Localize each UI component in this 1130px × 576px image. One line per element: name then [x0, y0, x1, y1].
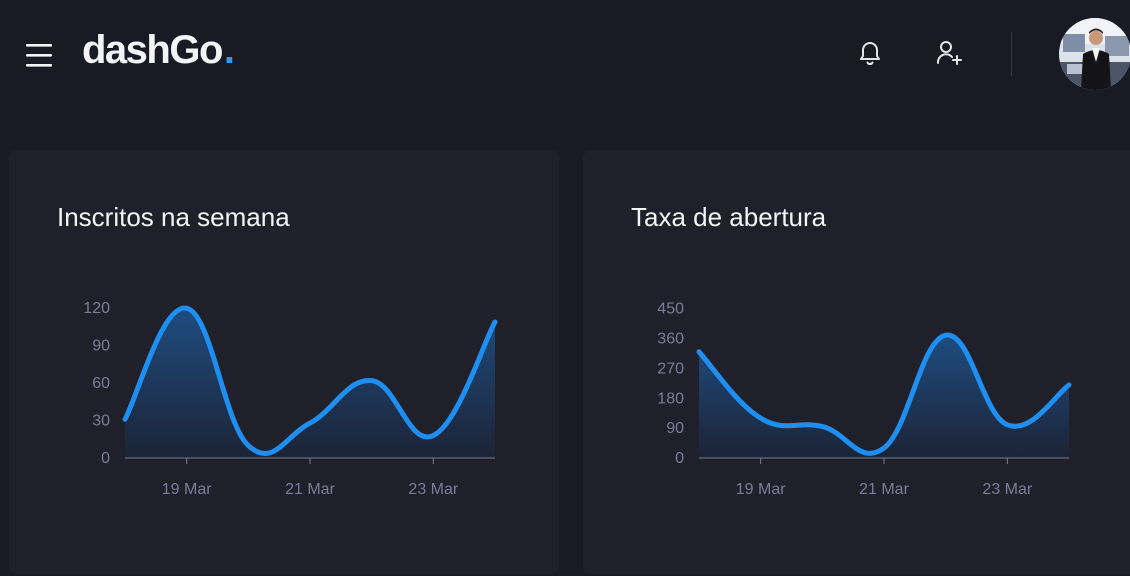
app-header: dashGo. [0, 0, 1130, 112]
notifications-button[interactable] [853, 36, 887, 70]
y-tick-label: 0 [101, 450, 110, 467]
y-tick-label: 0 [675, 450, 684, 467]
x-tick-label: 21 Mar [859, 481, 909, 498]
avatar-image [1059, 18, 1130, 90]
user-plus-icon [936, 41, 962, 65]
y-tick-label: 120 [83, 300, 110, 317]
logo[interactable]: dashGo. [82, 28, 235, 73]
y-tick-label: 360 [657, 331, 684, 348]
y-tick-label: 60 [92, 375, 110, 392]
x-tick-label: 21 Mar [285, 481, 335, 498]
menu-button[interactable] [22, 40, 56, 72]
open-rate-chart: 0 90 180 270 360 450 19 Mar 21 Mar 23 Mar [657, 301, 1072, 498]
x-tick-label: 19 Mar [162, 481, 212, 498]
y-tick-label: 30 [92, 413, 110, 430]
x-tick-label: 23 Mar [982, 481, 1032, 498]
header-divider [1011, 32, 1012, 76]
menu-icon [26, 43, 52, 67]
add-user-button[interactable] [932, 36, 966, 70]
y-tick-label: 450 [657, 301, 684, 318]
y-tick-label: 90 [666, 420, 684, 437]
y-tick-label: 270 [657, 360, 684, 377]
logo-text: dashGo [82, 28, 223, 72]
x-tick-label: 23 Mar [408, 481, 458, 498]
avatar[interactable] [1059, 18, 1130, 90]
logo-dot: . [223, 28, 235, 72]
area-fill [125, 308, 495, 458]
x-tick-label: 19 Mar [736, 481, 786, 498]
bell-icon [860, 42, 880, 65]
card-open-rate: Taxa de abertura 0 90 180 270 360 450 19 Mar 21… [583, 150, 1130, 574]
y-tick-label: 90 [92, 338, 110, 355]
subscribers-chart: 0 30 60 90 120 19 Mar 21 Mar 23 Mar [83, 300, 498, 498]
card-subscribers: Inscritos na semana 0 30 60 90 120 19 Mar 21 M… [9, 150, 559, 574]
area-fill [699, 335, 1069, 458]
y-tick-label: 180 [657, 390, 684, 407]
